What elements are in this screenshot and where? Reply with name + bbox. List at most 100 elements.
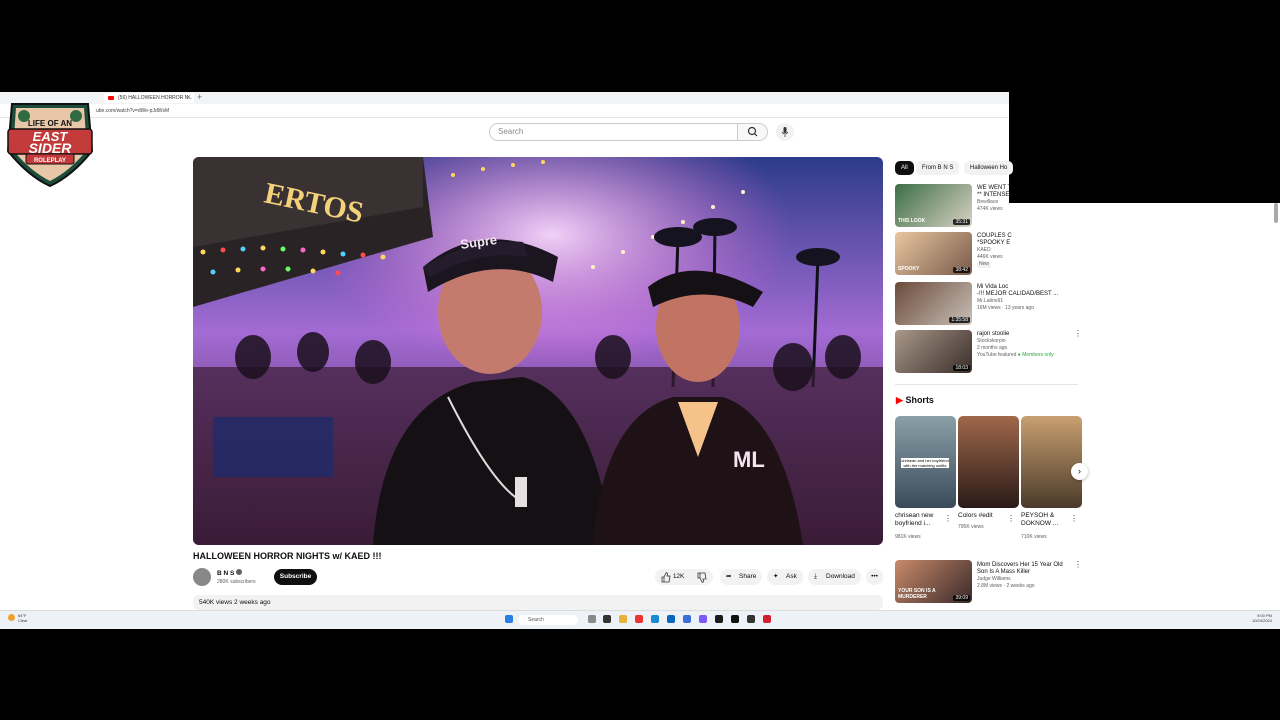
youtube-favicon-icon [108, 96, 114, 100]
east-sider-logo: LIFE OF AN EAST SIDER ROLEPLAY [6, 103, 94, 188]
address-bar[interactable]: ube.com/watch?v=dWe-pJdWsM [0, 104, 1009, 118]
rec-thumbnail-1[interactable]: THIS LOOK 35:31 [895, 184, 972, 227]
rec-thumb-text-2: SPOOKY [898, 266, 920, 272]
black-overlay-region [1009, 0, 1280, 203]
rec-info-2[interactable]: COUPLES C *SPOOKY E KAED 446K views New [977, 233, 1077, 268]
app-icon-b[interactable] [763, 615, 771, 623]
shorts-icon: ▶ [896, 395, 903, 405]
weather-widget[interactable]: 64°F Clear [18, 613, 28, 623]
rec-info-5[interactable]: Mom Discovers Her 15 Year Old Son Is A M… [977, 562, 1077, 590]
svg-text:SIDER: SIDER [29, 140, 73, 156]
sparkle-icon: ✦ [773, 573, 779, 580]
rec-thumbnail-5[interactable]: YOUR SON IS A MURDERER 39:09 [895, 560, 972, 603]
rec-featured-label: YouTube featured [977, 352, 1017, 358]
rec-info-4[interactable]: rajon stoolie Stockskorpio 2 months ago … [977, 331, 1077, 359]
share-button[interactable]: ➦ Share [720, 569, 762, 585]
shorts-heading-text: Shorts [905, 395, 934, 405]
app-icon-a[interactable] [747, 615, 755, 623]
rec-duration-5: 39:09 [953, 595, 970, 601]
rec-title-5a: Mom Discovers Her 15 Year Old [977, 562, 1063, 568]
edge-icon[interactable] [651, 615, 659, 623]
system-clock[interactable]: 9:00 PM 10/24/2024 [1252, 613, 1272, 623]
rec-duration-2: 38:42 [953, 267, 970, 273]
obs-icon[interactable] [731, 615, 739, 623]
mail-icon[interactable] [683, 615, 691, 623]
rec-info-1[interactable]: WE WENT T ** INTENSE Bewillace 474K view… [977, 185, 1077, 213]
discord-icon[interactable] [699, 615, 707, 623]
video-frame: ERTOS Supre ML [193, 157, 883, 545]
rec-views-4: 2 months ago [977, 345, 1008, 351]
rec-channel-2: KAED [977, 247, 991, 253]
short-thumbnail-3[interactable] [1021, 416, 1082, 508]
views-date: 540K views 2 weeks ago [199, 599, 271, 606]
rec-views-1: 474K views [977, 206, 1003, 212]
short-title-3[interactable]: PEYSOH & DOKNOW ... [1021, 512, 1071, 528]
subscriber-count: 280K subscribers [217, 579, 256, 585]
short-title-2[interactable]: Colors #edit [958, 512, 1008, 520]
members-only-badge: ● Members only [1017, 352, 1054, 358]
shorts-heading: ▶ Shorts [896, 395, 934, 406]
rec-info-3[interactable]: Mi Vida Loc -!!! MEJOR CALIDAD/BEST ... … [977, 284, 1077, 312]
browser-tab[interactable]: (56) HALLOWEEN HORROR N... [104, 93, 194, 103]
file-explorer-icon[interactable] [619, 615, 627, 623]
tab-close-icon[interactable]: ✕ [186, 94, 191, 101]
rec-thumbnail-4[interactable]: 18:03 [895, 330, 972, 373]
search-icon [747, 126, 758, 137]
share-label: Share [739, 573, 757, 580]
short-menu-icon-3[interactable]: ⋮ [1070, 514, 1078, 523]
task-view-icon[interactable] [588, 615, 596, 623]
short-menu-icon-1[interactable]: ⋮ [944, 514, 952, 523]
download-label: Download [826, 573, 855, 580]
tab-title: (56) HALLOWEEN HORROR N... [118, 95, 193, 101]
windows-start-icon[interactable] [505, 615, 513, 623]
store-icon[interactable] [667, 615, 675, 623]
chevron-right-icon: › [1078, 466, 1081, 476]
video-player[interactable]: ERTOS Supre ML [193, 157, 883, 545]
chrome-icon[interactable] [635, 615, 643, 623]
ask-button[interactable]: ✦ Ask [767, 569, 803, 585]
new-tab-icon[interactable]: + [197, 92, 202, 102]
subscribe-button[interactable]: Subscribe [274, 569, 317, 585]
short-thumbnail-2[interactable] [958, 416, 1019, 508]
shorts-next-button[interactable]: › [1071, 463, 1088, 480]
rec-title-4: rajon stoolie [977, 331, 1010, 337]
widgets-icon[interactable] [603, 615, 611, 623]
ask-label: Ask [786, 573, 797, 580]
description-box[interactable]: 540K views 2 weeks ago [193, 595, 883, 610]
more-actions-button[interactable]: ••• [866, 569, 883, 585]
download-icon: ⤓ [814, 573, 817, 580]
rec-title-2b: *SPOOKY E [977, 240, 1011, 246]
weather-icon [8, 614, 15, 621]
short-views-2: 795K views [958, 524, 984, 530]
search-button[interactable] [738, 123, 768, 141]
search-input[interactable]: Search [489, 123, 738, 141]
steam-icon[interactable] [715, 615, 723, 623]
rec-title-3b: -!!! MEJOR CALIDAD/BEST ... [977, 291, 1059, 297]
short-thumbnail-1[interactable]: chrisean and her boyfriend with the matc… [895, 416, 956, 508]
channel-avatar[interactable] [193, 568, 211, 586]
short-title-1[interactable]: chrisean new boyfriend i... [895, 512, 945, 528]
chip-halloween[interactable]: Halloween Ho [964, 161, 1014, 175]
like-button[interactable]: 12K [661, 569, 684, 585]
channel-name[interactable]: B N S [217, 569, 243, 577]
microphone-icon [781, 127, 789, 137]
rec-channel-1: Bewillace [977, 199, 999, 205]
scrollbar-thumb[interactable] [1274, 203, 1278, 223]
rec-title-1b: ** INTENSE [977, 192, 1010, 198]
rec-duration-1: 35:31 [953, 219, 970, 225]
dislike-button[interactable] [697, 569, 707, 585]
rec-thumbnail-2[interactable]: SPOOKY 38:42 [895, 232, 972, 275]
taskbar-search[interactable]: Search [518, 615, 578, 625]
short-menu-icon-2[interactable]: ⋮ [1007, 514, 1015, 523]
share-icon: ➦ [726, 573, 732, 580]
voice-search-button[interactable] [776, 123, 794, 141]
rec-menu-icon[interactable]: ⋮ [1074, 329, 1082, 338]
rec-title-2a: COUPLES C [977, 233, 1012, 239]
rec-thumbnail-3[interactable]: 1:35:58 [895, 282, 972, 325]
rec-thumb-text-1: THIS LOOK [898, 218, 926, 224]
rec-channel-3: Mr.Latino91 [977, 298, 1004, 304]
chip-from-channel[interactable]: From B N S [916, 161, 960, 175]
chip-all[interactable]: All [895, 161, 914, 175]
download-button[interactable]: ⤓ Download [808, 569, 861, 585]
rec-menu-icon-5[interactable]: ⋮ [1074, 560, 1082, 569]
